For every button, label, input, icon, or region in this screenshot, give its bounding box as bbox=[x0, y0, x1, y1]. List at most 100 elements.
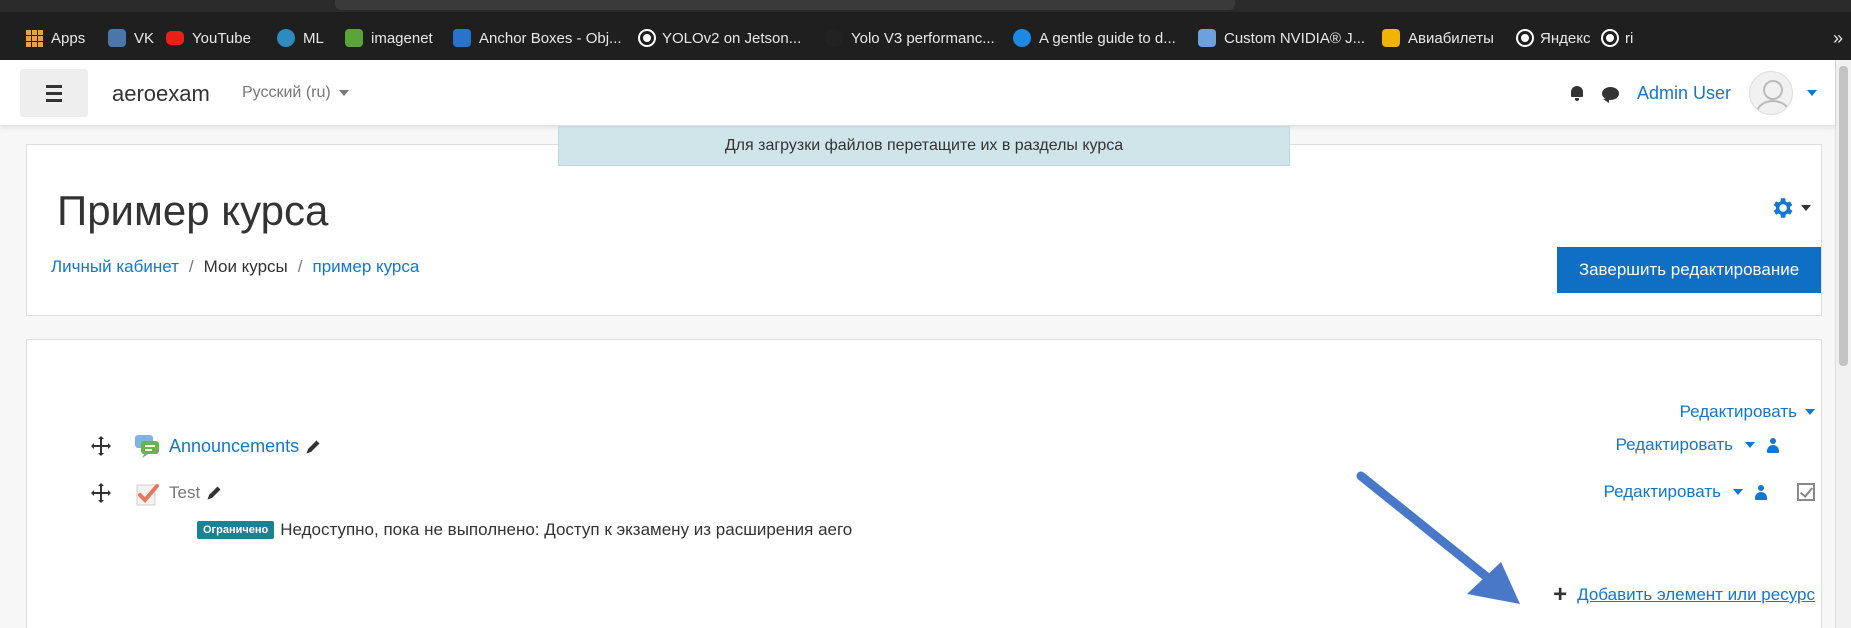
forum-icon bbox=[135, 435, 159, 458]
activity-edit-menu[interactable]: Редактировать bbox=[1616, 435, 1733, 455]
file-drop-hint: Для загрузки файлов перетащите их в разд… bbox=[558, 126, 1290, 166]
bookmark-label: Custom NVIDIA® J... bbox=[1224, 29, 1366, 47]
browser-window: Apps VK YouTube ML imagenet Anchor Boxes - Ob… bbox=[0, 0, 1851, 628]
bookmark-label: A gentle guide to d... bbox=[1039, 29, 1176, 47]
bookmark-item[interactable]: Yolo V3 performanc... bbox=[825, 20, 995, 56]
add-activity-or-resource-link[interactable]: + Добавить элемент или ресурс bbox=[1553, 583, 1815, 607]
user-menu-chevron-icon[interactable] bbox=[1807, 90, 1817, 96]
p-icon bbox=[1013, 29, 1031, 47]
bookmark-item[interactable]: Авиабилеты bbox=[1382, 20, 1494, 56]
apps-grid-icon bbox=[26, 29, 43, 47]
menu-toggle-button[interactable] bbox=[20, 69, 88, 117]
activity-row-test: Test Редактировать bbox=[27, 477, 1821, 511]
access-restriction: Ограничено Недоступно, пока не выполнено… bbox=[197, 520, 852, 540]
bookmark-item[interactable]: A gentle guide to d... bbox=[1013, 20, 1176, 56]
activity-link-test[interactable]: Test bbox=[169, 483, 222, 503]
course-header-card: Пример курса Личный кабинет / Мои курсы … bbox=[26, 144, 1822, 316]
activity-edit-menu[interactable]: Редактировать bbox=[1604, 482, 1721, 502]
bookmark-item[interactable]: YOLOv2 on Jetson... bbox=[640, 20, 801, 56]
add-activity-label: Добавить элемент или ресурс bbox=[1577, 585, 1815, 604]
finish-editing-button[interactable]: Завершить редактирование bbox=[1557, 247, 1821, 293]
language-selector[interactable]: Русский (ru) bbox=[242, 84, 349, 102]
page-title: Пример курса bbox=[57, 187, 329, 234]
globe-icon bbox=[640, 31, 654, 45]
bookmark-label: imagenet bbox=[371, 29, 433, 47]
wordpress-icon bbox=[277, 29, 295, 47]
vk-icon bbox=[108, 29, 126, 47]
restricted-badge: Ограничено bbox=[197, 521, 275, 539]
bookmark-item[interactable]: Anchor Boxes - Obj... bbox=[453, 20, 622, 56]
bookmark-item[interactable]: YouTube bbox=[166, 20, 251, 56]
pencil-icon[interactable] bbox=[206, 485, 222, 501]
nvidia-icon bbox=[1198, 29, 1216, 47]
breadcrumb-dashboard-link[interactable]: Личный кабинет bbox=[51, 257, 179, 277]
plus-icon: + bbox=[1553, 581, 1568, 608]
chevron-down-icon[interactable] bbox=[1733, 489, 1743, 495]
activity-row-announcements: Announcements Редактировать bbox=[27, 430, 1821, 464]
imagenet-icon bbox=[345, 29, 363, 47]
messages-icon[interactable] bbox=[1601, 86, 1619, 103]
section-edit-menu[interactable]: Редактировать bbox=[1680, 402, 1815, 422]
bookmark-label: YOLOv2 on Jetson... bbox=[662, 29, 802, 47]
quiz-icon bbox=[136, 484, 159, 506]
chevron-down-icon bbox=[1805, 409, 1815, 415]
page-scrollbar[interactable] bbox=[1835, 60, 1851, 628]
bookmark-item[interactable]: ML bbox=[277, 20, 324, 56]
user-name-link[interactable]: Admin User bbox=[1637, 83, 1731, 104]
bookmark-label: ML bbox=[303, 29, 324, 47]
bookmarks-row: Apps VK YouTube ML imagenet Anchor Boxes - Ob… bbox=[0, 20, 1851, 56]
breadcrumb-separator: / bbox=[188, 257, 194, 276]
top-navbar: aeroexam Русский (ru) Admin User bbox=[0, 60, 1835, 126]
breadcrumb: Личный кабинет / Мои курсы / пример курс… bbox=[51, 257, 419, 277]
user-role-icon[interactable] bbox=[1755, 484, 1767, 500]
bookmark-item[interactable]: VK bbox=[108, 20, 154, 56]
language-label: Русский (ru) bbox=[242, 84, 331, 101]
bookmark-label: Яндекс bbox=[1540, 29, 1591, 47]
youtube-icon bbox=[166, 31, 184, 45]
section-edit-label: Редактировать bbox=[1679, 402, 1797, 421]
bookmark-label: VK bbox=[134, 29, 155, 47]
bookmark-item[interactable]: imagenet bbox=[345, 20, 433, 56]
course-section-card: Редактировать Announcements Редактироват… bbox=[26, 339, 1822, 628]
activity-link-announcements[interactable]: Announcements bbox=[169, 436, 321, 457]
github-icon bbox=[825, 29, 843, 47]
user-menu-area: Admin User bbox=[1570, 70, 1817, 116]
plane-icon bbox=[1382, 29, 1400, 47]
site-brand[interactable]: aeroexam bbox=[112, 81, 210, 107]
user-role-icon[interactable] bbox=[1767, 437, 1779, 453]
activity-name: Announcements bbox=[169, 436, 300, 456]
chevron-down-icon bbox=[338, 90, 349, 96]
bookmarks-overflow-button[interactable]: » bbox=[1833, 20, 1843, 56]
bookmark-item[interactable]: Яндекс bbox=[1518, 20, 1590, 56]
restriction-text: Недоступно, пока не выполнено: Доступ к … bbox=[280, 520, 853, 539]
pencil-icon[interactable] bbox=[305, 439, 321, 455]
gear-icon bbox=[1773, 198, 1793, 218]
bookmark-item[interactable]: Custom NVIDIA® J... bbox=[1198, 20, 1365, 56]
bookmark-label: YouTube bbox=[192, 29, 251, 47]
activity-actions: Редактировать bbox=[1616, 435, 1779, 455]
bell-icon[interactable] bbox=[1570, 85, 1584, 101]
avatar[interactable] bbox=[1749, 71, 1793, 115]
activity-name: Test bbox=[169, 483, 201, 502]
bookmark-label: ri bbox=[1625, 29, 1634, 47]
bookmark-item[interactable]: ri bbox=[1603, 20, 1633, 56]
breadcrumb-course-link[interactable]: пример курса bbox=[313, 257, 420, 277]
chevron-down-icon bbox=[1801, 205, 1811, 211]
globe-icon bbox=[1518, 31, 1532, 45]
chevron-down-icon[interactable] bbox=[1745, 442, 1755, 448]
bookmark-item[interactable]: Apps bbox=[26, 20, 85, 56]
move-icon[interactable] bbox=[91, 483, 111, 503]
bookmark-label: Apps bbox=[51, 29, 86, 47]
coursera-icon bbox=[453, 29, 471, 47]
activity-actions: Редактировать bbox=[1604, 482, 1815, 502]
globe-icon bbox=[1603, 31, 1617, 45]
move-icon[interactable] bbox=[91, 436, 111, 456]
breadcrumb-separator: / bbox=[297, 257, 303, 276]
scrollbar-thumb[interactable] bbox=[1839, 66, 1848, 366]
bookmark-label: Yolo V3 performanc... bbox=[851, 29, 995, 47]
breadcrumb-my-courses: Мои курсы bbox=[203, 257, 288, 276]
bookmark-label: Авиабилеты bbox=[1408, 29, 1494, 47]
completion-checkbox[interactable] bbox=[1797, 483, 1815, 501]
bookmark-label: Anchor Boxes - Obj... bbox=[479, 29, 622, 47]
course-settings-menu[interactable] bbox=[1769, 195, 1811, 221]
